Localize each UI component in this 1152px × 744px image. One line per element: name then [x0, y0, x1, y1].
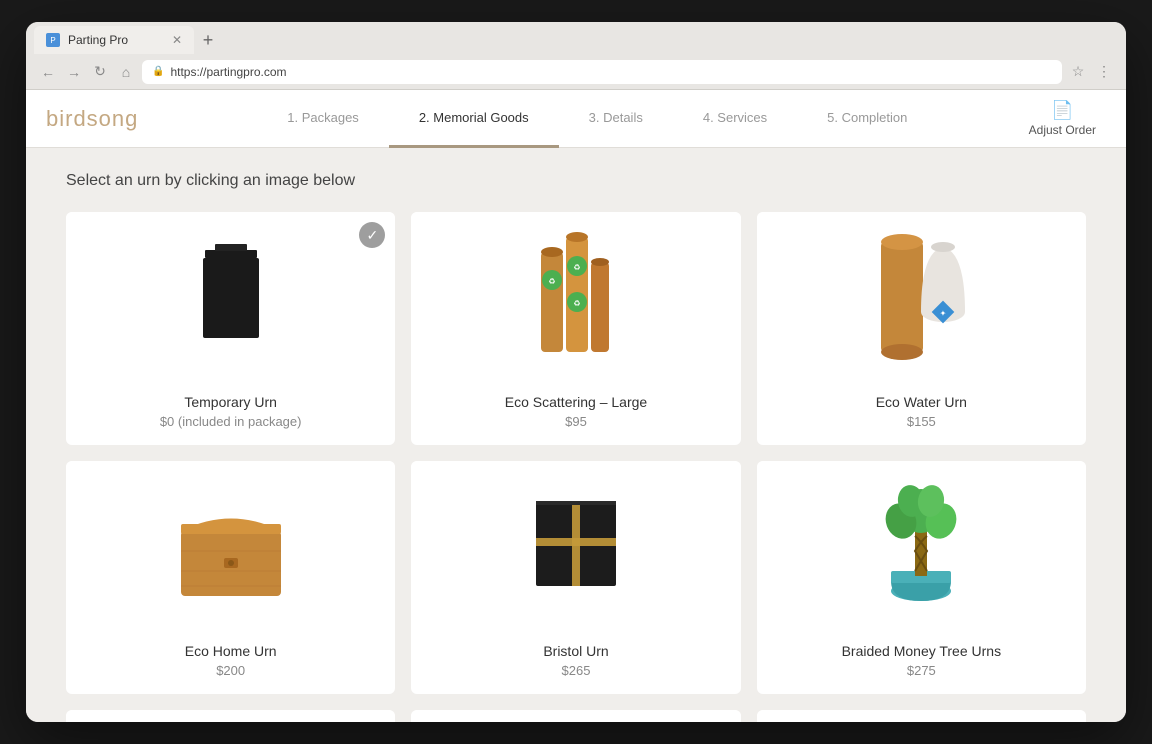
browser-window: P Parting Pro ✕ + ← → ↻ ⌂ 🔒 https://part… — [26, 22, 1126, 722]
product-card-eco-water[interactable]: ✦ Eco Water Urn $155 — [757, 212, 1086, 445]
product-price-temporary-urn: $0 (included in package) — [82, 414, 379, 429]
product-image-braided-money-tree — [757, 461, 1086, 631]
eco-scattering-image: ♻ ♻ ♻ — [516, 222, 636, 372]
eco-home-image — [166, 476, 296, 616]
product-image-bristol — [411, 461, 740, 631]
product-7-image — [191, 715, 271, 722]
bookmark-button[interactable]: ☆ — [1068, 62, 1088, 82]
product-info-eco-water: Eco Water Urn $155 — [757, 382, 1086, 445]
tab-title: Parting Pro — [68, 33, 128, 47]
eco-water-image: ✦ — [861, 222, 981, 372]
svg-text:♻: ♻ — [548, 277, 555, 286]
new-tab-button[interactable]: + — [194, 26, 222, 54]
product-info-braided-money-tree: Braided Money Tree Urns $275 — [757, 631, 1086, 694]
page-title: Select an urn by clicking an image below — [66, 172, 1086, 190]
product-price-bristol: $265 — [427, 663, 724, 678]
step-details[interactable]: 3. Details — [559, 90, 673, 148]
address-bar[interactable]: 🔒 https://partingpro.com — [142, 60, 1062, 84]
forward-button[interactable]: → — [64, 62, 84, 82]
product-name-eco-home: Eco Home Urn — [82, 643, 379, 659]
product-info-eco-scattering: Eco Scattering – Large $95 — [411, 382, 740, 445]
adjust-order-button[interactable]: 📄 Adjust Order — [1019, 94, 1106, 143]
products-grid: ✓ Temporary Urn $0 (included in package) — [66, 212, 1086, 722]
svg-text:♻: ♻ — [573, 263, 580, 272]
step-memorial-goods[interactable]: 2. Memorial Goods — [389, 90, 559, 148]
temporary-urn-image — [191, 242, 271, 352]
product-price-eco-scattering: $95 — [427, 414, 724, 429]
product-name-eco-scattering: Eco Scattering – Large — [427, 394, 724, 410]
product-price-braided-money-tree: $275 — [773, 663, 1070, 678]
bristol-image — [521, 481, 631, 611]
browser-toolbar: ← → ↻ ⌂ 🔒 https://partingpro.com ☆ ⋮ — [26, 54, 1126, 90]
url-text: https://partingpro.com — [170, 65, 286, 79]
product-image-7 — [66, 710, 395, 722]
product-name-bristol: Bristol Urn — [427, 643, 724, 659]
main-content: Select an urn by clicking an image below… — [26, 148, 1126, 722]
adjust-order-label: Adjust Order — [1029, 123, 1096, 137]
product-info-eco-home: Eco Home Urn $200 — [66, 631, 395, 694]
product-info-bristol: Bristol Urn $265 — [411, 631, 740, 694]
product-card-9[interactable] — [757, 710, 1086, 722]
back-button[interactable]: ← — [38, 62, 58, 82]
home-button[interactable]: ⌂ — [116, 62, 136, 82]
logo: birdsong — [46, 106, 176, 132]
product-card-8[interactable] — [411, 710, 740, 722]
step-services[interactable]: 4. Services — [673, 90, 797, 148]
app-header: birdsong 1. Packages 2. Memorial Goods 3… — [26, 90, 1126, 148]
product-card-braided-money-tree[interactable]: Braided Money Tree Urns $275 — [757, 461, 1086, 694]
product-image-eco-scattering: ♻ ♻ ♻ — [411, 212, 740, 382]
product-card-eco-scattering[interactable]: ♻ ♻ ♻ Eco Scattering – Large $95 — [411, 212, 740, 445]
product-card-eco-home[interactable]: Eco Home Urn $200 — [66, 461, 395, 694]
svg-text:♻: ♻ — [573, 299, 580, 308]
lock-icon: 🔒 — [152, 66, 164, 77]
product-9-image — [871, 715, 971, 722]
product-info-temporary-urn: Temporary Urn $0 (included in package) — [66, 382, 395, 445]
step-packages[interactable]: 1. Packages — [257, 90, 389, 148]
browser-content: birdsong 1. Packages 2. Memorial Goods 3… — [26, 90, 1126, 722]
product-name-temporary-urn: Temporary Urn — [82, 394, 379, 410]
product-card-temporary-urn[interactable]: ✓ Temporary Urn $0 (included in package) — [66, 212, 395, 445]
braided-money-tree-image — [866, 476, 976, 616]
refresh-button[interactable]: ↻ — [90, 62, 110, 82]
product-price-eco-home: $200 — [82, 663, 379, 678]
product-name-braided-money-tree: Braided Money Tree Urns — [773, 643, 1070, 659]
product-image-8 — [411, 710, 740, 722]
tab-close-button[interactable]: ✕ — [172, 33, 182, 47]
product-8-image — [531, 715, 621, 722]
product-image-9 — [757, 710, 1086, 722]
active-tab[interactable]: P Parting Pro ✕ — [34, 26, 194, 54]
product-image-eco-water: ✦ — [757, 212, 1086, 382]
step-navigation: 1. Packages 2. Memorial Goods 3. Details… — [176, 90, 1019, 148]
tab-favicon: P — [46, 33, 60, 47]
svg-text:✦: ✦ — [940, 309, 947, 318]
product-name-eco-water: Eco Water Urn — [773, 394, 1070, 410]
tab-bar: P Parting Pro ✕ + — [26, 22, 1126, 54]
selected-badge: ✓ — [359, 222, 385, 248]
product-image-temporary-urn: ✓ — [66, 212, 395, 382]
logo-text: birdsong — [46, 106, 138, 131]
product-card-bristol[interactable]: Bristol Urn $265 — [411, 461, 740, 694]
adjust-order-icon: 📄 — [1051, 100, 1073, 121]
step-completion[interactable]: 5. Completion — [797, 90, 937, 148]
product-card-7[interactable] — [66, 710, 395, 722]
product-price-eco-water: $155 — [773, 414, 1070, 429]
menu-button[interactable]: ⋮ — [1094, 62, 1114, 82]
product-image-eco-home — [66, 461, 395, 631]
